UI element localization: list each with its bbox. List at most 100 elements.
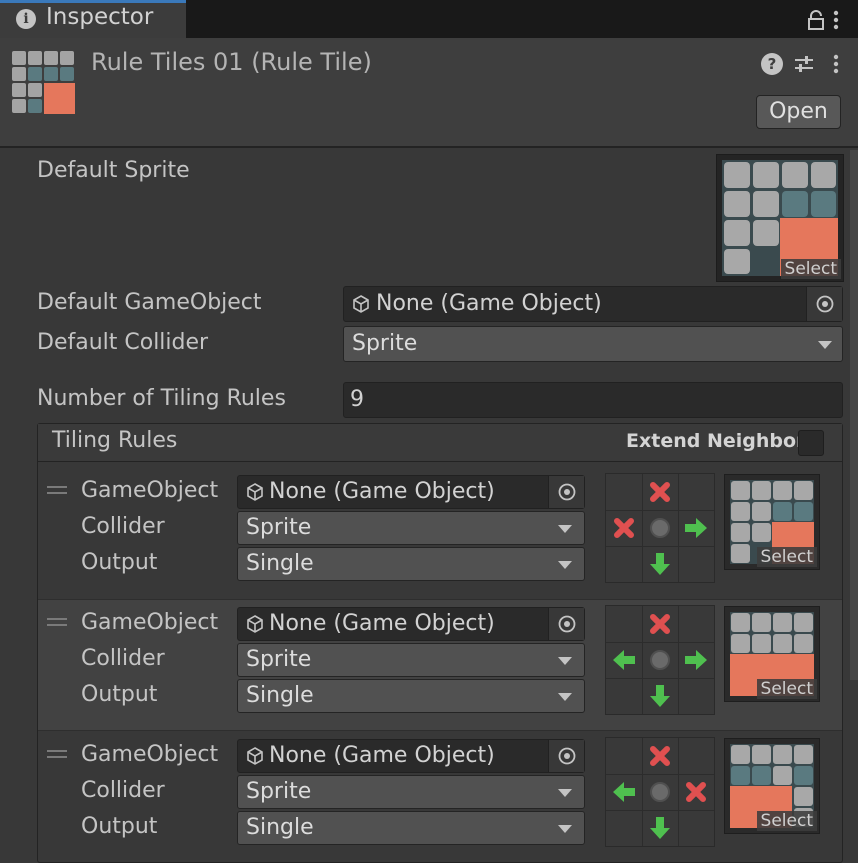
rule-3-gameobject-field[interactable]: None (Game Object) [237, 739, 585, 773]
neighbor-cell[interactable] [606, 774, 642, 810]
object-picker-button[interactable] [548, 476, 584, 508]
neighbor-cell[interactable] [642, 546, 678, 582]
rule-2-sprite-field[interactable]: Select [724, 606, 820, 702]
rule-3-gameobject-label: GameObject [81, 742, 219, 767]
arrow-right-icon [683, 515, 709, 541]
neighbor-cell[interactable] [642, 510, 678, 546]
scrollbar[interactable] [850, 150, 858, 680]
tab-menu-icon[interactable] [832, 9, 840, 31]
default-gameobject-value: None (Game Object) [376, 291, 602, 316]
neighbor-cell[interactable] [678, 774, 714, 810]
rule-2-collider-dropdown[interactable]: Sprite [237, 643, 585, 677]
neighbor-cell[interactable] [678, 510, 714, 546]
extend-neighbor-label: Extend Neighbor [626, 430, 806, 452]
center-icon [648, 516, 672, 540]
neighbor-cell[interactable] [606, 738, 642, 774]
lock-icon[interactable] [806, 10, 826, 30]
rule-3-output-label: Output [81, 814, 158, 839]
rule-3-select-button[interactable]: Select [756, 811, 817, 831]
rule-1-collider-dropdown[interactable]: Sprite [237, 511, 585, 545]
rule-3-collider-dropdown[interactable]: Sprite [237, 775, 585, 809]
presets-icon[interactable] [793, 53, 815, 75]
rule-2-output-dropdown[interactable]: Single [237, 679, 585, 713]
rule-1-neighbor-grid[interactable] [605, 473, 715, 583]
object-picker-icon [816, 295, 834, 313]
neighbor-cell[interactable] [678, 678, 714, 714]
drag-handle-icon[interactable] [47, 618, 67, 626]
default-sprite-field[interactable]: Select [716, 154, 844, 282]
neighbor-cell[interactable] [642, 810, 678, 846]
info-icon: i [16, 9, 36, 29]
neighbor-cell[interactable] [606, 510, 642, 546]
neighbor-cell[interactable] [606, 546, 642, 582]
default-sprite-select-button[interactable]: Select [780, 259, 841, 279]
neighbor-cell[interactable] [678, 606, 714, 642]
asset-title: Rule Tiles 01 (Rule Tile) [91, 48, 372, 76]
rule-3-collider-label: Collider [81, 778, 165, 803]
rule-3-sprite-field[interactable]: Select [724, 738, 820, 834]
neighbor-cell[interactable] [606, 810, 642, 846]
object-picker-button[interactable] [548, 608, 584, 640]
rule-3-gameobject-value: None (Game Object) [269, 743, 495, 768]
rule-1-gameobject-field[interactable]: None (Game Object) [237, 475, 585, 509]
rule-2-neighbor-grid[interactable] [605, 605, 715, 715]
rule-2-gameobject-field[interactable]: None (Game Object) [237, 607, 585, 641]
rule-3-output-value: Single [246, 815, 314, 840]
neighbor-cell[interactable] [642, 474, 678, 510]
drag-handle-icon[interactable] [47, 486, 67, 494]
rule-tile-asset-icon [11, 50, 75, 114]
drag-handle-icon[interactable] [47, 750, 67, 758]
default-gameobject-field[interactable]: None (Game Object) [343, 286, 843, 322]
neighbor-cell[interactable] [606, 606, 642, 642]
tab-title: Inspector [46, 4, 154, 30]
cross-icon [684, 780, 708, 804]
num-rules-input[interactable]: 9 [343, 382, 843, 418]
rule-1-collider-value: Sprite [246, 515, 312, 540]
header-menu-icon[interactable] [832, 53, 840, 75]
object-picker-button[interactable] [806, 287, 842, 321]
object-picker-button[interactable] [548, 740, 584, 772]
rule-2-gameobject-label: GameObject [81, 610, 219, 635]
arrow-left-icon [611, 779, 637, 805]
cross-icon [648, 744, 672, 768]
chevron-down-icon [558, 693, 572, 701]
rule-1-output-dropdown[interactable]: Single [237, 547, 585, 581]
neighbor-cell[interactable] [678, 642, 714, 678]
cross-icon [648, 612, 672, 636]
rule-3-neighbor-grid[interactable] [605, 737, 715, 847]
extend-neighbor-checkbox[interactable] [798, 430, 824, 456]
chevron-down-icon [558, 657, 572, 665]
neighbor-cell[interactable] [606, 678, 642, 714]
neighbor-cell[interactable] [678, 738, 714, 774]
neighbor-cell[interactable] [642, 678, 678, 714]
num-rules-label: Number of Tiling Rules [37, 386, 286, 411]
default-collider-label: Default Collider [37, 330, 209, 355]
center-icon [648, 780, 672, 804]
neighbor-cell[interactable] [642, 606, 678, 642]
num-rules-value: 9 [350, 387, 364, 412]
object-picker-icon [558, 483, 576, 501]
rule-3-collider-value: Sprite [246, 779, 312, 804]
gameobject-cube-icon [247, 747, 263, 765]
rule-1-select-button[interactable]: Select [756, 547, 817, 567]
chevron-down-icon [558, 789, 572, 797]
neighbor-cell[interactable] [678, 474, 714, 510]
chevron-down-icon [558, 825, 572, 833]
object-picker-icon [558, 615, 576, 633]
rule-2-select-button[interactable]: Select [756, 679, 817, 699]
neighbor-cell[interactable] [606, 474, 642, 510]
neighbor-cell[interactable] [642, 738, 678, 774]
neighbor-cell[interactable] [642, 642, 678, 678]
rule-1-gameobject-value: None (Game Object) [269, 479, 495, 504]
default-collider-dropdown[interactable]: Sprite [343, 326, 843, 362]
neighbor-cell[interactable] [606, 642, 642, 678]
rule-1-sprite-field[interactable]: Select [724, 474, 820, 570]
open-button[interactable]: Open [756, 95, 841, 129]
chevron-down-icon [558, 525, 572, 533]
cross-icon [612, 516, 636, 540]
neighbor-cell[interactable] [642, 774, 678, 810]
rule-3-output-dropdown[interactable]: Single [237, 811, 585, 845]
help-icon[interactable]: ? [761, 53, 783, 75]
neighbor-cell[interactable] [678, 546, 714, 582]
neighbor-cell[interactable] [678, 810, 714, 846]
